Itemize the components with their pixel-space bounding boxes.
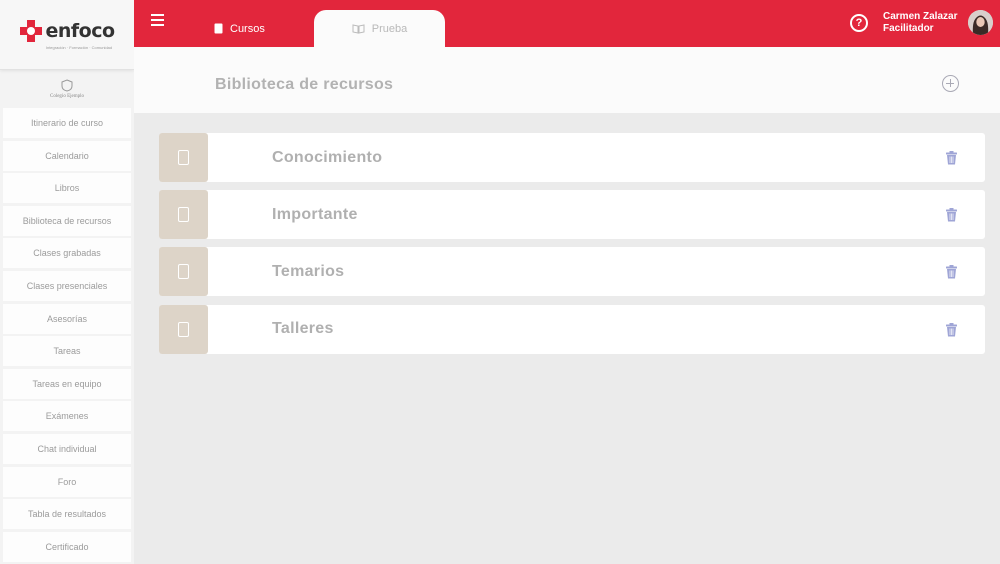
add-resource-plus-icon[interactable] [942,75,959,92]
user-name: Carmen Zalazar [883,11,958,22]
sidebar-item-clases-grabadas[interactable]: Clases grabadas [3,238,131,269]
brand-name: enfoco [45,20,115,42]
resource-thumbnail [159,190,208,240]
resource-thumbnail [159,247,208,297]
school-logo: Colegio Ejemplo [0,70,134,108]
school-name: Colegio Ejemplo [49,94,85,99]
resource-name: Importante [272,205,358,223]
sidebar-item-resultados[interactable]: Tabla de resultados [3,499,131,530]
resource-thumbnail [159,133,208,182]
list-item[interactable]: Temarios [159,247,985,297]
list-item[interactable]: Conocimiento [159,133,985,182]
school-crest-icon [61,79,73,92]
tab-cursos[interactable]: Cursos [214,10,265,47]
tab-prueba-label: Prueba [371,22,408,35]
hamburger-menu-icon[interactable] [151,14,165,28]
brand-cross-icon [20,20,43,42]
tablet-icon [178,321,189,337]
resource-thumbnail [159,304,208,354]
trash-icon[interactable] [945,208,958,227]
sidebar-item-foro[interactable]: Foro [3,466,131,497]
page-header: Biblioteca de recursos [134,47,1000,113]
help-question-icon[interactable]: ? [850,14,868,32]
avatar[interactable] [968,10,993,35]
sidebar-item-calendario[interactable]: Calendario [3,140,131,171]
tablet-icon [178,264,189,280]
brand-logo[interactable]: enfoco Integración · Formación · Comunid… [0,0,134,70]
trash-icon[interactable] [945,151,958,170]
sidebar-item-itinerario[interactable]: Itinerario de curso [3,108,131,138]
user-info[interactable]: Carmen Zalazar Facilitador [883,11,957,35]
user-role: Facilitador [883,23,934,34]
sidebar-nav: Itinerario de curso Calendario Libros Bi… [0,108,134,562]
sidebar-item-tareas[interactable]: Tareas [3,336,131,367]
trash-icon[interactable] [945,322,958,342]
brand-tagline: Integración · Formación · Comunidad [45,45,113,50]
page-title: Biblioteca de recursos [215,76,394,93]
sidebar: enfoco Integración · Formación · Comunid… [0,0,134,564]
tab-cursos-label: Cursos [230,22,265,35]
tablet-icon [178,207,189,223]
resource-name: Talleres [272,320,334,338]
sidebar-item-biblioteca[interactable]: Biblioteca de recursos [3,205,131,236]
resource-list: Conocimiento Importante Temarios Tallere… [159,133,985,362]
sidebar-item-libros[interactable]: Libros [3,173,131,204]
open-book-icon [352,23,365,34]
list-item[interactable]: Talleres [159,304,985,354]
trash-icon[interactable] [945,265,958,284]
sidebar-item-tareas-equipo[interactable]: Tareas en equipo [3,368,131,399]
sidebar-item-asesorias[interactable]: Asesorías [3,303,131,334]
list-item[interactable]: Importante [159,190,985,240]
tab-prueba[interactable]: Prueba [314,10,445,47]
tablet-icon [178,150,189,165]
sidebar-item-examenes[interactable]: Exámenes [3,401,131,432]
resource-name: Conocimiento [272,148,383,166]
top-bar: Cursos Prueba ? Carmen Zalazar Facilitad… [134,0,1000,47]
sidebar-item-certificado[interactable]: Certificado [3,531,131,562]
sidebar-item-chat[interactable]: Chat individual [3,433,131,464]
sidebar-item-clases-presenciales[interactable]: Clases presenciales [3,270,131,301]
book-icon [214,23,223,34]
resource-name: Temarios [272,262,345,280]
